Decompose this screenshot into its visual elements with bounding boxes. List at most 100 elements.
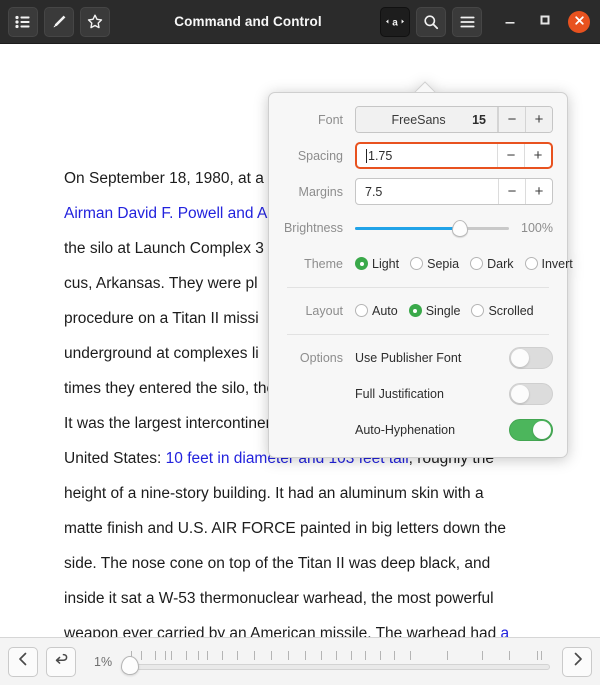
popover-panel: Font FreeSans 15 − + Spa — [268, 92, 568, 458]
doc-line: side. The nose cone on top of the Titan … — [64, 546, 536, 581]
brightness-knob[interactable] — [452, 220, 468, 237]
progress-knob[interactable] — [121, 656, 139, 675]
progress-tick — [271, 651, 272, 660]
progress-tick — [394, 651, 395, 660]
progress-tick — [321, 651, 322, 660]
window-title: Command and Control — [116, 14, 380, 30]
progress-tick — [482, 651, 483, 660]
layout-option-auto[interactable]: Auto — [355, 304, 398, 318]
search-button[interactable] — [416, 7, 446, 37]
theme-option-invert[interactable]: Invert — [525, 257, 573, 271]
close-icon — [574, 13, 585, 31]
previous-page-button[interactable] — [8, 647, 38, 677]
undo-arrow-icon — [53, 652, 69, 671]
options-control: Auto-Hyphenation — [355, 415, 553, 444]
spacing-row: Spacing 1.75 − + — [283, 139, 553, 172]
layout-option-scrolled[interactable]: Scrolled — [471, 304, 533, 318]
toggle-knob — [533, 421, 551, 439]
progress-tick — [380, 651, 381, 660]
bottom-toolbar: 1% — [0, 637, 600, 685]
toggle-use-publisher-font[interactable] — [509, 347, 553, 369]
reading-progress-slider[interactable] — [126, 647, 550, 677]
layout-option-label: Single — [426, 304, 461, 318]
theme-option-light[interactable]: Light — [355, 257, 399, 271]
document-view[interactable]: N On September 18, 1980, at a Airman Dav… — [0, 44, 600, 637]
spacing-decrease-button[interactable]: − — [497, 144, 524, 167]
font-control: FreeSans 15 − + — [355, 106, 553, 133]
margins-control: 7.5 − + — [355, 178, 553, 205]
brightness-slider[interactable] — [355, 219, 509, 237]
progress-tick — [141, 651, 142, 660]
doc-text: weapon ever carried by an American missi… — [64, 625, 501, 637]
options-control: Use Publisher Font — [355, 343, 553, 372]
star-icon — [87, 14, 103, 30]
theme-option-sepia[interactable]: Sepia — [410, 257, 459, 271]
brightness-value: 100% — [517, 221, 553, 235]
minimize-button[interactable] — [497, 9, 523, 35]
progress-tick — [541, 651, 542, 660]
font-family-value: FreeSans — [365, 113, 472, 127]
progress-tick — [222, 651, 223, 660]
bookmark-button[interactable] — [80, 7, 110, 37]
margins-decrease-button[interactable]: − — [498, 179, 525, 204]
font-decrease-button[interactable]: − — [498, 107, 525, 132]
layout-row: Layout Auto Single — [283, 294, 553, 327]
maximize-button[interactable] — [532, 9, 558, 35]
theme-option-label: Sepia — [427, 257, 459, 271]
margins-label: Margins — [283, 185, 355, 199]
progress-tick — [288, 651, 289, 660]
progress-tick — [447, 651, 448, 660]
progress-tick — [165, 651, 166, 660]
spacing-increase-button[interactable]: + — [524, 144, 551, 167]
margins-value: 7.5 — [365, 185, 382, 199]
layout-option-single[interactable]: Single — [409, 304, 461, 318]
margins-increase-button[interactable]: + — [525, 179, 552, 204]
text-format-icon: a — [385, 15, 405, 28]
menu-button[interactable] — [452, 7, 482, 37]
pencil-icon — [51, 14, 67, 30]
radio-dot-icon — [355, 304, 368, 317]
toggle-full-justification[interactable] — [509, 383, 553, 405]
margins-row: Margins 7.5 − + — [283, 175, 553, 208]
option-label-use-publisher-font: Use Publisher Font — [355, 351, 509, 365]
radio-dot-icon — [410, 257, 423, 270]
font-select-button[interactable]: FreeSans 15 — [356, 107, 498, 132]
undo-button[interactable] — [46, 647, 76, 677]
radio-dot-icon — [355, 257, 368, 270]
svg-text:a: a — [392, 18, 398, 29]
chevron-left-icon — [17, 652, 30, 671]
next-page-button[interactable] — [562, 647, 592, 677]
brightness-control: 100% — [355, 219, 553, 237]
chevron-right-icon — [571, 652, 584, 671]
text-format-popover: Font FreeSans 15 − + Spa — [268, 80, 568, 458]
titlebar-right-group: a — [380, 7, 592, 37]
options-control: Full Justification — [355, 379, 553, 408]
brightness-label: Brightness — [283, 221, 355, 235]
close-button[interactable] — [568, 11, 590, 33]
progress-tick — [237, 651, 238, 660]
theme-option-label: Dark — [487, 257, 513, 271]
annotate-button[interactable] — [44, 7, 74, 37]
progress-tick — [509, 651, 510, 660]
progress-tick — [198, 651, 199, 660]
contents-icon — [15, 15, 31, 29]
popover-divider — [287, 287, 549, 288]
hamburger-icon — [460, 16, 475, 28]
doc-inline-link[interactable]: a — [501, 625, 510, 637]
font-increase-button[interactable]: + — [525, 107, 552, 132]
options-row-full-justification: Full Justification — [283, 377, 553, 410]
spacing-control: 1.75 − + — [355, 142, 553, 169]
spacing-input[interactable]: 1.75 — [357, 144, 497, 167]
theme-radio-group: Light Sepia Dark — [355, 257, 573, 271]
toggle-auto-hyphenation[interactable] — [509, 419, 553, 441]
contents-button[interactable] — [8, 7, 38, 37]
doc-line: height of a nine-story building. It had … — [64, 476, 536, 511]
progress-tick — [254, 651, 255, 660]
margins-input[interactable]: 7.5 — [356, 179, 498, 204]
theme-option-dark[interactable]: Dark — [470, 257, 513, 271]
theme-control: Light Sepia Dark — [355, 257, 573, 271]
titlebar: Command and Control a — [0, 0, 600, 44]
text-format-button[interactable]: a — [380, 7, 410, 37]
spacing-label: Spacing — [283, 149, 355, 163]
progress-tick — [305, 651, 306, 660]
